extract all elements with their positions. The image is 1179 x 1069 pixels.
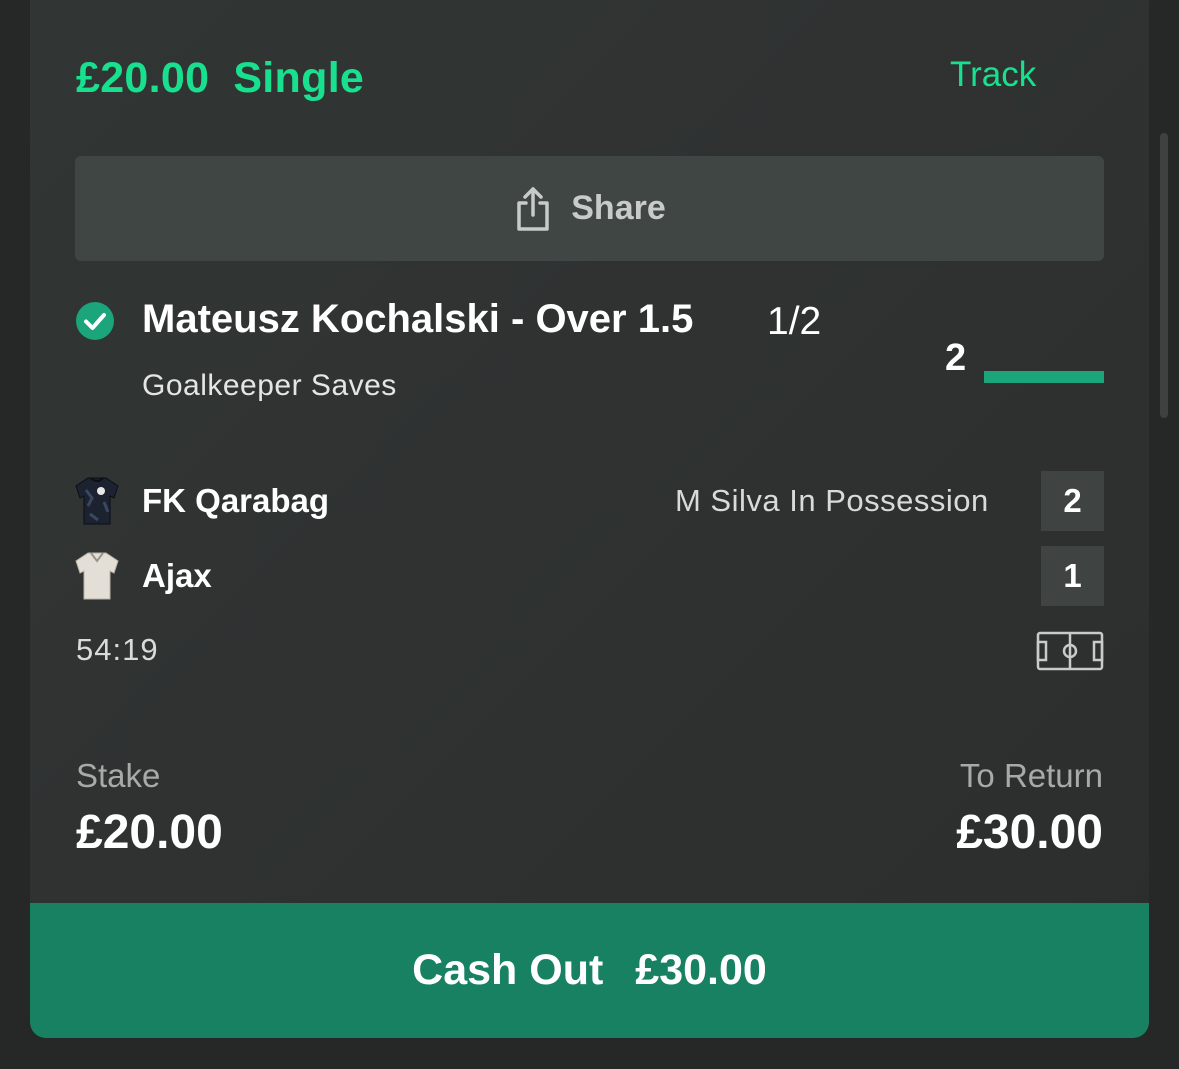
bet-stake-title: £20.00 [76, 54, 210, 102]
selection-name: Mateusz Kochalski - Over 1.5 [142, 297, 694, 341]
home-score: 2 [1041, 471, 1104, 531]
bet-header: £20.00 Single [76, 54, 388, 103]
share-button[interactable]: Share [75, 156, 1104, 261]
cash-out-amount: £30.00 [635, 946, 767, 994]
match-status: M Silva In Possession [675, 483, 989, 518]
stake-label: Stake [76, 757, 161, 794]
match-clock: 54:19 [76, 632, 159, 667]
progress-bar-fill [984, 371, 1104, 383]
progress-bar [984, 371, 1104, 383]
checkmark-circle-icon [76, 302, 114, 340]
track-link[interactable]: Track [950, 55, 1036, 95]
share-label: Share [571, 189, 666, 227]
away-team-name: Ajax [142, 557, 212, 594]
bet-type: Single [233, 54, 365, 102]
cash-out-label: Cash Out [412, 946, 604, 994]
return-value: £30.00 [956, 806, 1103, 859]
return-label: To Return [959, 757, 1103, 794]
selection-odds: 1/2 [767, 300, 822, 343]
pitch-icon[interactable] [1036, 631, 1104, 671]
stake-value: £20.00 [76, 806, 223, 859]
cash-out-button[interactable]: Cash Out £30.00 [30, 903, 1149, 1038]
bet-card: £20.00 Single Track Share Mateusz Kochals… [30, 0, 1149, 1038]
away-score: 1 [1041, 546, 1104, 606]
share-icon [517, 186, 549, 231]
market-name: Goalkeeper Saves [142, 369, 397, 402]
home-team-name: FK Qarabag [142, 482, 330, 519]
home-kit-icon [75, 477, 119, 525]
away-kit-icon [75, 552, 119, 600]
scrollbar[interactable] [1160, 133, 1168, 418]
progress-value: 2 [945, 337, 967, 379]
